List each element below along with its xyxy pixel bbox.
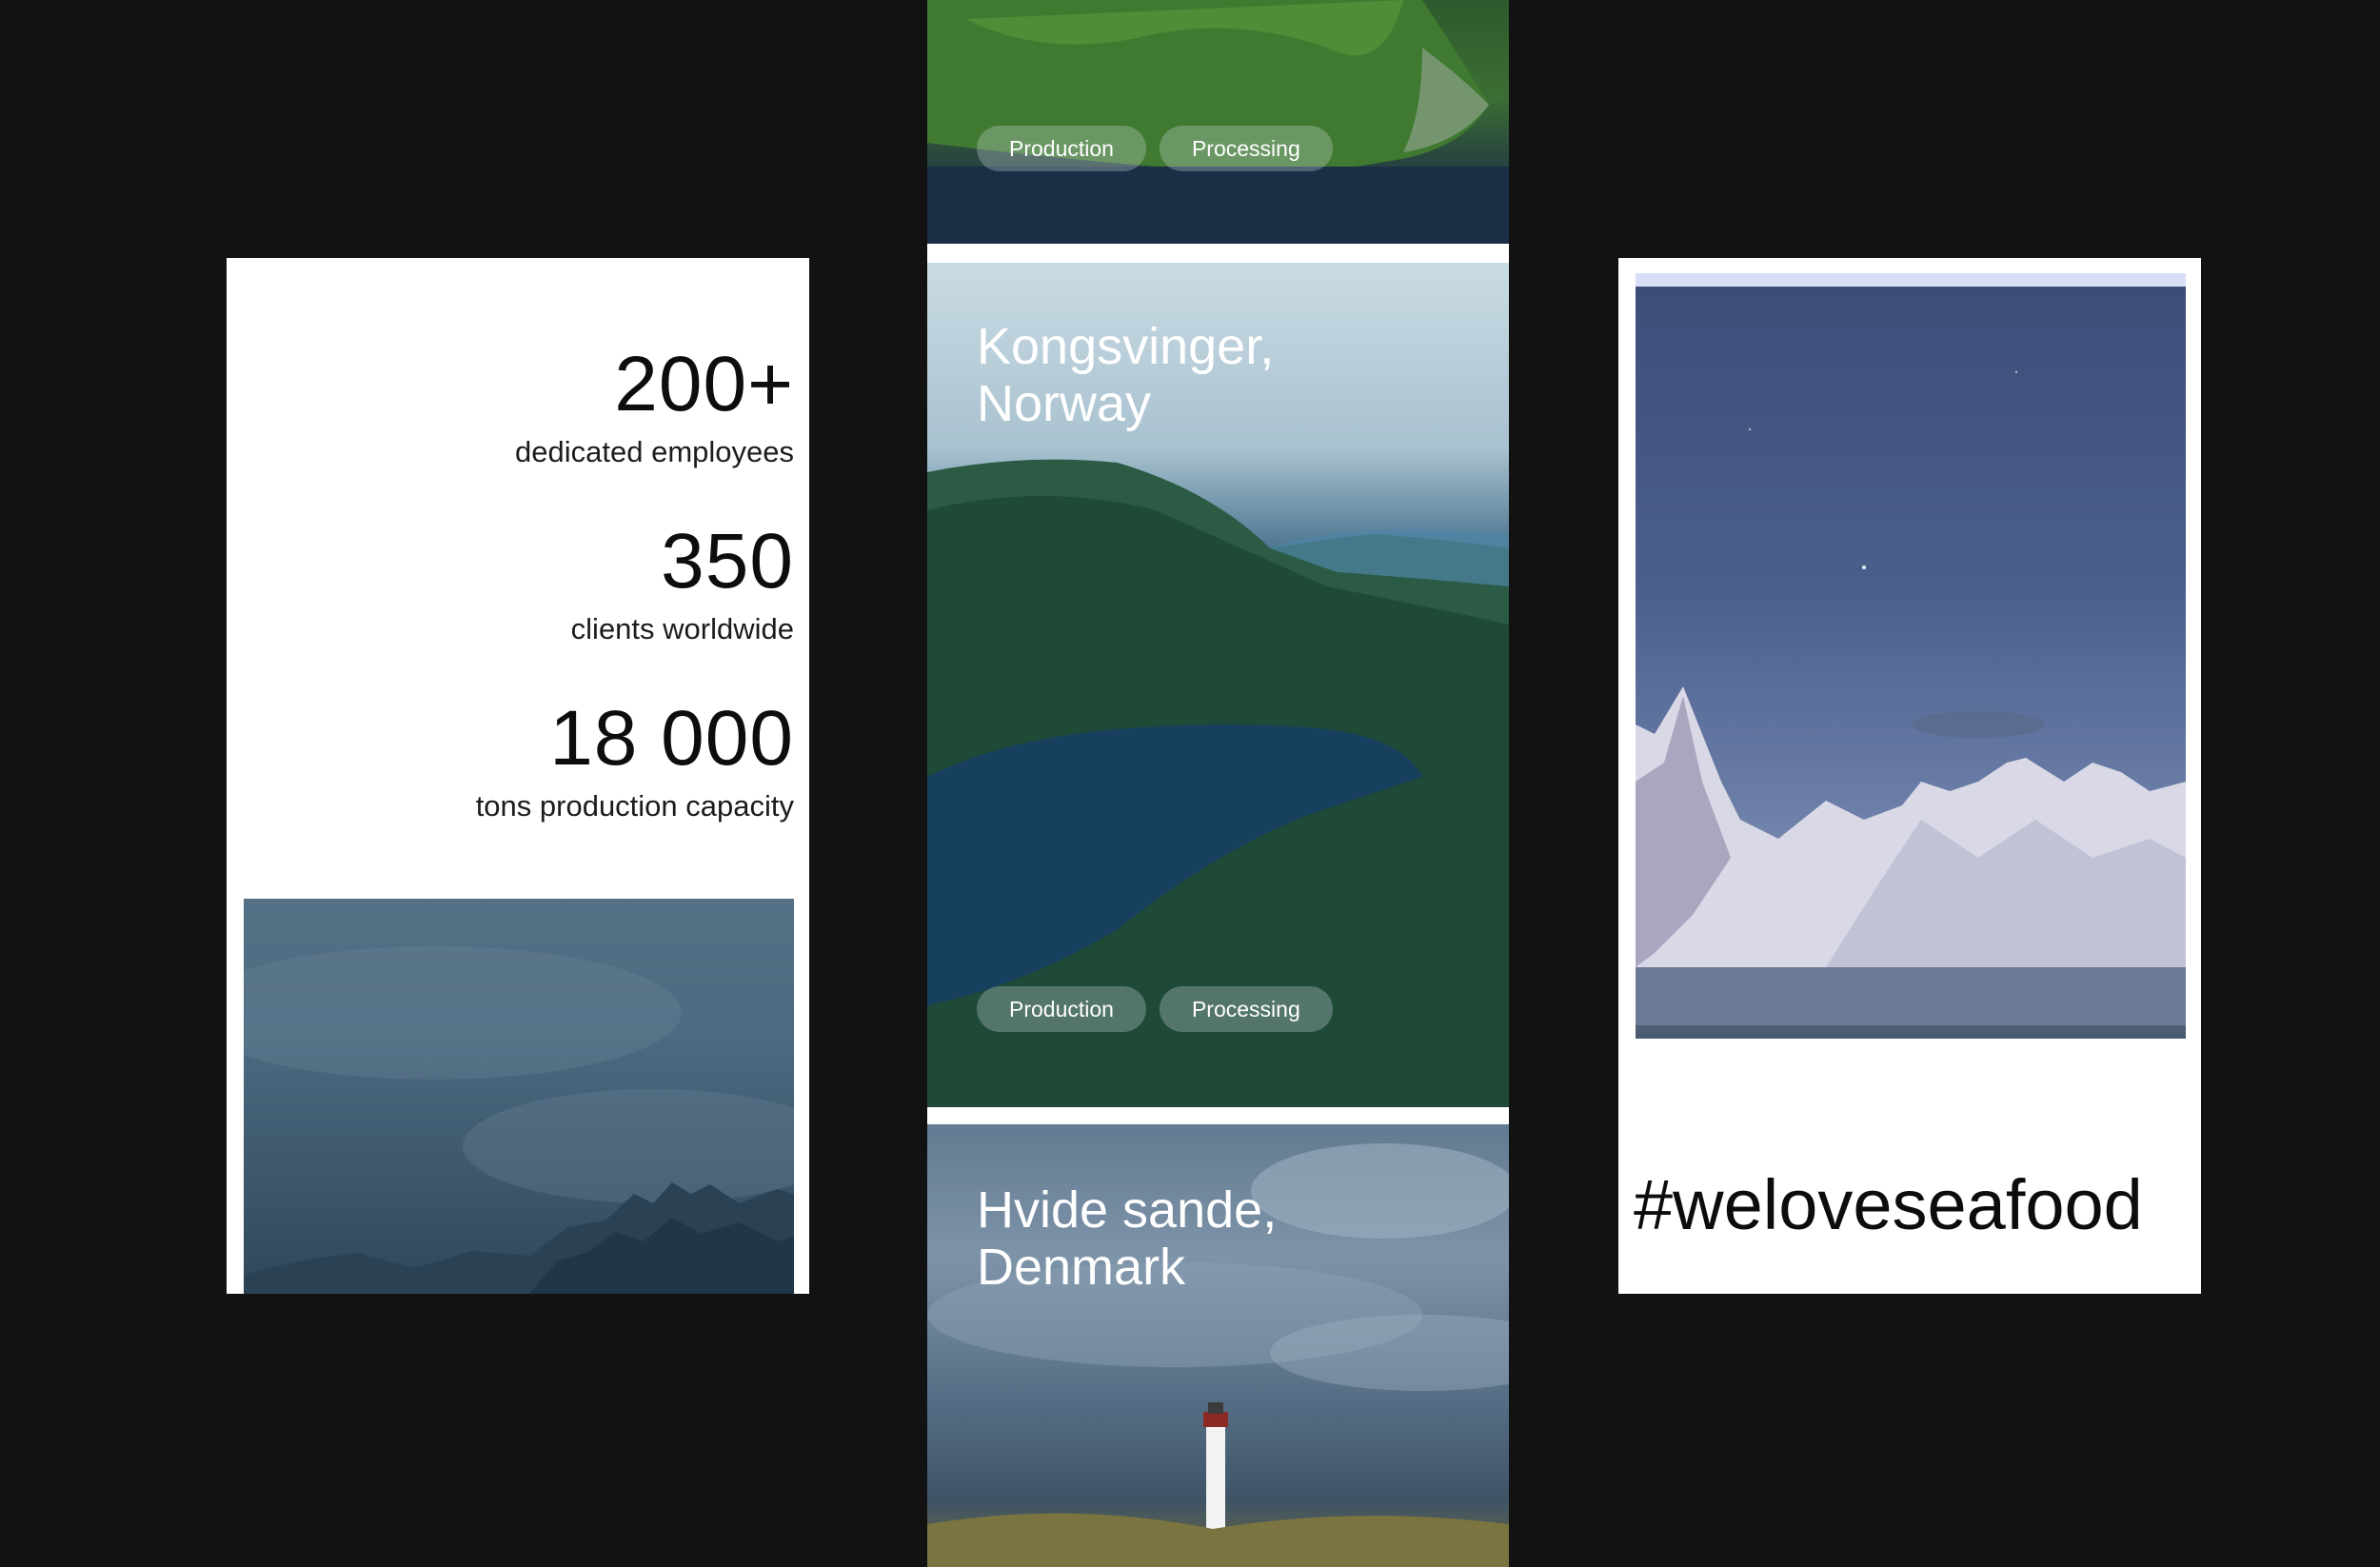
location-tags: Production Processing <box>977 126 1333 171</box>
stat-value: 350 <box>661 518 794 605</box>
locations-column: Production Processing Kongsvinger, Norwa… <box>927 0 1509 1567</box>
location-tags: Production Processing <box>977 986 1333 1032</box>
stat-label: dedicated employees <box>515 435 794 468</box>
location-card-kongsvinger[interactable]: Kongsvinger, Norway Production Processin… <box>927 263 1509 1107</box>
stat-value: 18 000 <box>549 695 794 782</box>
tag-processing[interactable]: Processing <box>1159 986 1333 1032</box>
page: 200+ dedicated employees 350 clients wor… <box>0 0 2380 1567</box>
tag-production[interactable]: Production <box>977 986 1146 1032</box>
stat-capacity: 18 000 tons production capacity <box>475 695 794 823</box>
tag-production[interactable]: Production <box>977 126 1146 171</box>
stat-label: tons production capacity <box>475 789 794 823</box>
stat-clients: 350 clients worldwide <box>570 518 794 645</box>
hashtag-heading: #weloveseafood <box>1634 1165 2143 1244</box>
stat-value: 200+ <box>614 341 794 427</box>
stat-label: clients worldwide <box>570 612 794 645</box>
tag-processing[interactable]: Processing <box>1159 126 1333 171</box>
location-title: Hvide sande, Denmark <box>977 1181 1278 1296</box>
location-title: Kongsvinger, Norway <box>977 318 1275 432</box>
snowy-mountains-photo <box>1636 273 2186 1039</box>
stormy-mountains-photo <box>244 899 794 1294</box>
location-card-hvide-sande[interactable]: Hvide sande, Denmark <box>927 1124 1509 1567</box>
hashtag-panel: #weloveseafood <box>1618 258 2201 1294</box>
stats-panel: 200+ dedicated employees 350 clients wor… <box>227 258 809 1294</box>
location-card[interactable]: Production Processing <box>927 0 1509 244</box>
stat-employees: 200+ dedicated employees <box>515 341 794 468</box>
